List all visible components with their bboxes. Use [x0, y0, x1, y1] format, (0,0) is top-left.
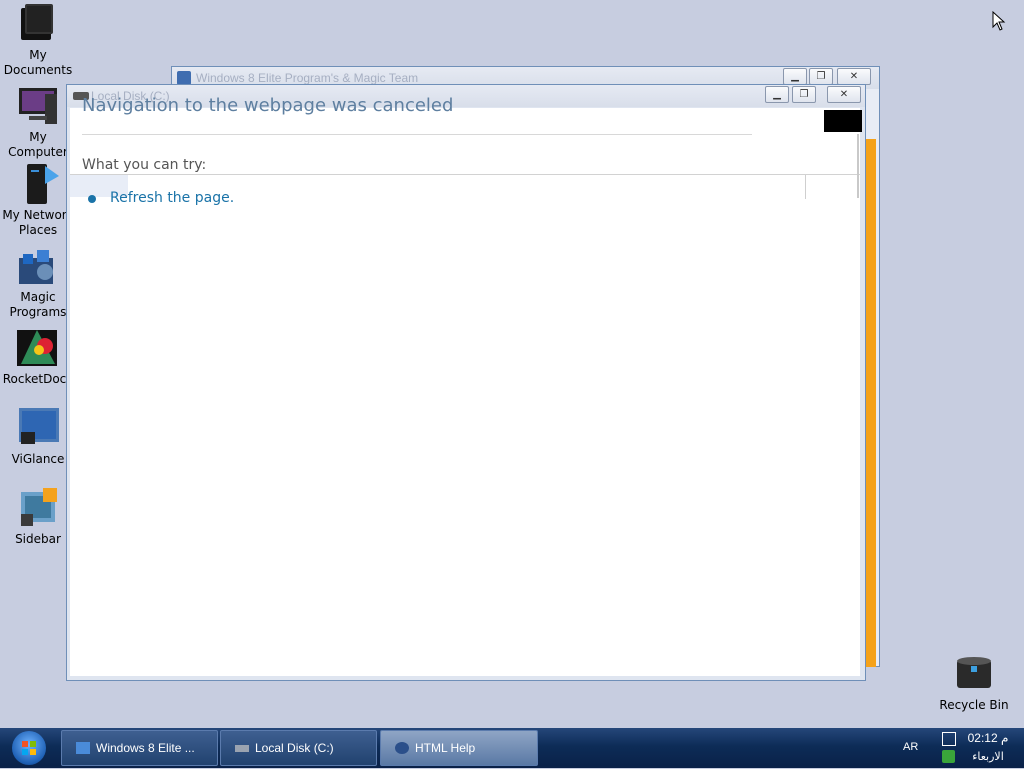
- divider: [70, 174, 860, 175]
- back-window-app-icon: [177, 71, 191, 85]
- desktop-icon-label: Magic Programs: [9, 290, 67, 319]
- clock-time[interactable]: 02:12 م: [962, 731, 1014, 745]
- web-content: Navigation to the webpage was canceled W…: [70, 96, 862, 676]
- desktop-icon-label: My Documents: [3, 48, 73, 77]
- minimize-button[interactable]: ▁: [783, 68, 807, 85]
- help-icon: [395, 742, 409, 754]
- taskbar-item-label: Windows 8 Elite ...: [96, 741, 195, 755]
- drive-icon: [235, 745, 249, 752]
- desktop-icon-label: RocketDock: [2, 372, 74, 386]
- desktop-icon-magic-programs[interactable]: Magic Programs: [0, 244, 76, 320]
- taskbar: Windows 8 Elite ... Local Disk (C:) HTML…: [0, 728, 1024, 768]
- divider: [82, 134, 752, 135]
- orange-edge: [866, 139, 876, 667]
- taskbar-item-label: Local Disk (C:): [255, 741, 334, 755]
- security-tray-icon[interactable]: [942, 750, 955, 763]
- taskbar-item-local-disk[interactable]: Local Disk (C:): [220, 730, 377, 766]
- recycle-bin-icon: [951, 652, 997, 696]
- taskbar-item-label: HTML Help: [415, 741, 476, 755]
- network-tray-icon[interactable]: [942, 732, 956, 746]
- bullet: [88, 195, 96, 203]
- back-window-title: Windows 8 Elite Program's & Magic Team: [196, 71, 419, 85]
- rocketdock-icon: [15, 326, 61, 370]
- desktop-icon-rocketdock[interactable]: RocketDock: [0, 326, 76, 387]
- desktop-icon-label: Sidebar: [15, 532, 61, 546]
- language-indicator[interactable]: AR: [903, 741, 918, 753]
- taskbar-item-html-help[interactable]: HTML Help: [380, 730, 538, 766]
- close-button[interactable]: ✕: [837, 68, 871, 85]
- viglance-icon: [15, 406, 61, 450]
- desktop-icon-viglance[interactable]: ViGlance: [0, 406, 76, 467]
- desktop-icon-label: My Network Places: [2, 208, 74, 237]
- clock-day[interactable]: الاربعاء: [962, 750, 1014, 763]
- desktop-icon-label: ViGlance: [11, 452, 65, 466]
- start-button[interactable]: [12, 731, 46, 765]
- sidebar-icon: [15, 486, 61, 530]
- scroll-edge: [857, 134, 859, 198]
- mouse-cursor-icon: [992, 10, 1006, 35]
- desktop-icon-sidebar[interactable]: Sidebar: [0, 486, 76, 547]
- desktop-icon-my-documents[interactable]: My Documents: [0, 2, 76, 78]
- taskbar-item-windows8-elite[interactable]: Windows 8 Elite ...: [61, 730, 218, 766]
- network-icon: [15, 162, 61, 206]
- desktop-icon-my-network-places[interactable]: My Network Places: [0, 162, 76, 238]
- desktop-icon-my-computer[interactable]: My Computer: [0, 84, 76, 160]
- windows-logo-icon: [22, 741, 36, 755]
- close-button[interactable]: ✕: [827, 86, 861, 103]
- desktop-icon-label: Recycle Bin: [939, 698, 1009, 712]
- refresh-link[interactable]: Refresh the page.: [110, 190, 234, 206]
- desktop-icon-recycle-bin[interactable]: Recycle Bin: [936, 652, 1012, 713]
- folder-documents-icon: [15, 2, 61, 46]
- local-disk-window[interactable]: Local Disk (C:) ▁ ❐ ✕ Navigation to the …: [66, 84, 866, 681]
- computer-icon: [15, 84, 61, 128]
- desktop-icon-label: My Computer: [8, 130, 68, 159]
- ie-icon: [76, 742, 90, 754]
- maximize-button[interactable]: ❐: [809, 68, 833, 85]
- black-box: [824, 110, 862, 132]
- what-you-can-try: What you can try:: [82, 157, 207, 173]
- magic-programs-icon: [15, 244, 61, 288]
- page-heading: Navigation to the webpage was canceled: [82, 96, 454, 116]
- scroll-edge: [805, 175, 806, 199]
